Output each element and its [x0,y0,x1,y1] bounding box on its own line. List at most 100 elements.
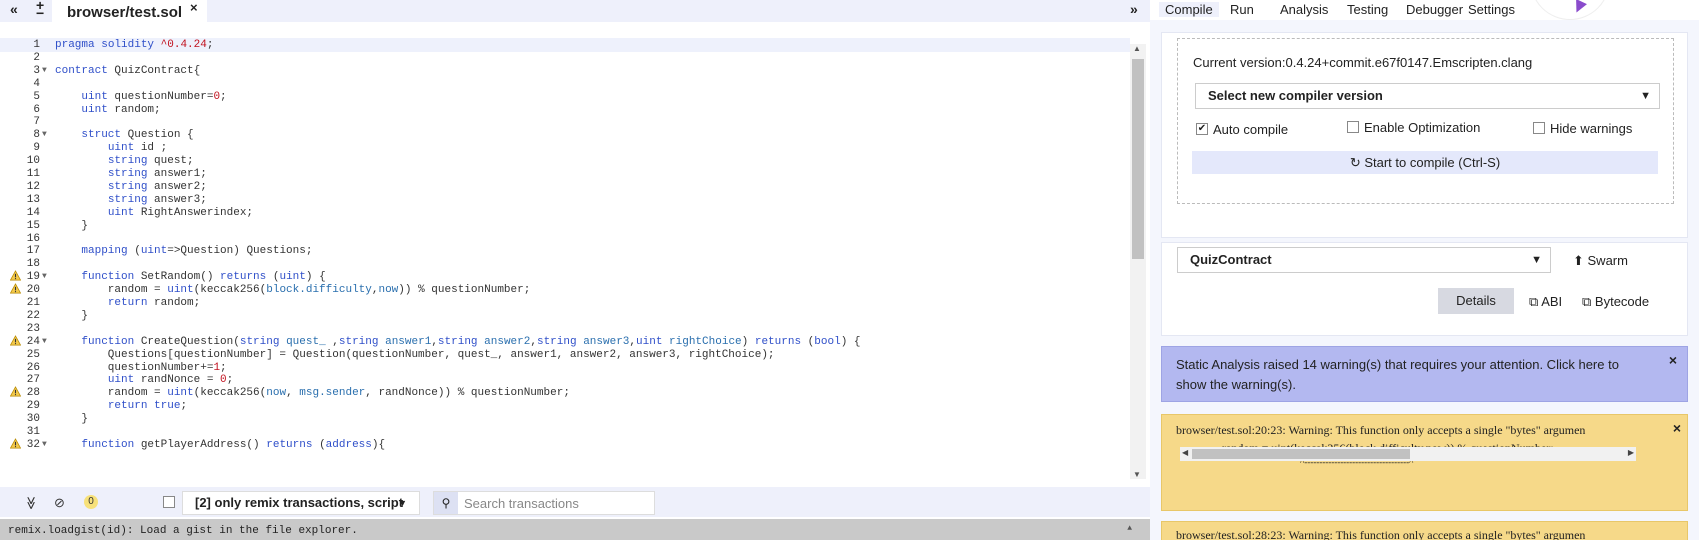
code-editor[interactable]: 1 pragma solidity ^0.4.24; 2 3 ▼ contract Qui… [0,38,1130,483]
code-line[interactable]: 8 ▼ struct Question { [0,128,1130,142]
details-button[interactable]: Details [1438,288,1514,314]
code-line[interactable]: 10 string quest; [0,154,1130,168]
code-line[interactable]: 7 [0,115,1130,129]
code-line[interactable]: 25 Questions[questionNumber] = Question(… [0,348,1130,362]
code-line[interactable]: 32 ▼ function getPlayerAddress() returns … [0,438,1130,452]
code-line[interactable]: 20 random = uint(keccak256(block.difficu… [0,283,1130,297]
compiler-version-select[interactable]: Select new compiler version ▼ [1195,83,1660,109]
contract-select[interactable]: QuizContract ▼ [1177,247,1551,273]
code-line[interactable]: 5 uint questionNumber=0; [0,90,1130,104]
code-line[interactable]: 30 } [0,412,1130,426]
close-icon[interactable]: × [1669,350,1677,370]
editor-scrollbar[interactable]: ▲ ▼ [1130,44,1146,479]
code-line[interactable]: 11 string answer1; [0,167,1130,181]
tab-compile[interactable]: Compile [1159,2,1219,17]
hide-warnings-checkbox[interactable] [1533,122,1545,134]
code-line[interactable]: 29 return true; [0,399,1130,413]
code-text: mapping (uint=>Question) Questions; [81,245,313,258]
fold-icon[interactable]: ▼ [42,270,47,284]
swarm-button[interactable]: ⬆ Swarm [1573,253,1628,269]
code-text: Questions[questionNumber] = Question(que… [55,348,775,361]
code-line[interactable]: 21 return random; [0,296,1130,310]
scroll-up-icon[interactable]: ▲ [1133,44,1141,53]
code-line[interactable]: 17 mapping (uint=>Question) Questions; [0,244,1130,258]
fold-icon[interactable]: ▼ [42,128,47,142]
tab-run[interactable]: Run [1230,2,1254,17]
swarm-label: Swarm [1587,253,1628,268]
code-line[interactable]: 18 [0,257,1130,271]
search-transactions: ⚲ [433,491,655,515]
compile-button[interactable]: ↻ Start to compile (Ctrl-S) [1192,151,1658,174]
abi-button[interactable]: ⧉ ABI [1529,294,1562,310]
line-number: 11 [26,168,40,180]
scroll-up-icon[interactable]: ▲ [1127,521,1132,537]
code-line[interactable]: 27 uint randNonce = 0; [0,373,1130,387]
search-input[interactable] [464,494,649,512]
code-line[interactable]: 9 uint id ; [0,141,1130,155]
line-number: 13 [26,193,40,206]
compile-button-label: Start to compile (Ctrl-S) [1364,155,1501,170]
code-line[interactable]: 16 [0,232,1130,246]
code-line[interactable]: 19 ▼ function SetRandom() returns (uint) … [0,270,1130,284]
scroll-right-icon[interactable]: ▶ [1628,448,1634,457]
transaction-filter-select[interactable]: [2] only remix transactions, script ▼ [182,491,420,515]
line-number: 16 [26,232,40,245]
tab-browser-test-sol[interactable]: browser/test.sol × [52,0,207,26]
close-icon[interactable]: × [190,0,198,15]
bytecode-button[interactable]: ⧉ Bytecode [1582,294,1649,310]
compiler-settings: Current version:0.4.24+commit.e67f0147.E… [1177,38,1674,204]
code-line[interactable]: 2 [0,51,1130,65]
tab-testing[interactable]: Testing [1347,2,1388,17]
warning-horizontal-scrollbar[interactable]: ◀ ▶ [1180,447,1636,461]
scrollbar-thumb[interactable] [1132,59,1144,259]
line-number: 1 [33,39,40,51]
collapse-left-icon[interactable]: « [10,0,18,22]
code-line[interactable]: 4 [0,77,1130,91]
code-line[interactable]: 12 string answer2; [0,180,1130,194]
optimization-checkbox[interactable] [1347,121,1359,133]
clear-console-icon[interactable]: ⊘ [54,495,65,511]
code-line[interactable]: 23 [0,322,1130,336]
code-text: return random; [107,297,201,309]
code-line[interactable]: 31 [0,425,1130,439]
line-number: 8 [33,129,40,142]
code-line[interactable]: 24 ▼ function CreateQuestion(string quest… [0,334,1130,349]
code-line[interactable]: 22 } [0,309,1130,323]
close-icon[interactable]: × [1673,420,1681,436]
expand-right-icon[interactable]: » [1130,0,1138,22]
code-line[interactable]: 28 random = uint(keccak256(now, msg.send… [0,386,1130,400]
code-text: string quest; [107,155,194,168]
collapse-terminal-icon[interactable]: ≫ [23,496,39,510]
code-line[interactable]: 1 pragma solidity ^0.4.24; [0,38,1130,52]
code-line[interactable]: 13 string answer3; [0,193,1130,207]
tab-analysis[interactable]: Analysis [1280,2,1328,17]
chevron-down-icon: ▼ [1640,90,1651,102]
listen-network-checkbox[interactable] [163,496,175,508]
minus-icon[interactable]: − [36,4,44,26]
code-line[interactable]: 14 uint RightAnswerindex; [0,206,1130,220]
code-line[interactable]: 26 questionNumber+=1; [0,361,1130,375]
tab-settings[interactable]: Settings [1468,2,1522,17]
code-line[interactable]: 3 ▼ contract QuizContract{ [0,64,1130,78]
scrollbar-thumb[interactable] [1192,449,1410,459]
hide-warnings-label: Hide warnings [1550,121,1633,136]
auto-compile-checkbox[interactable]: ✔ [1196,123,1208,135]
line-number: 6 [33,103,40,116]
fold-icon[interactable]: ▼ [42,438,47,452]
fold-icon[interactable]: ▼ [42,64,47,78]
chevron-down-icon: ▼ [1531,254,1542,266]
warning-message: browser/test.sol:28:23: Warning: This fu… [1176,528,1586,540]
abi-label: ABI [1541,294,1563,309]
tab-debugger[interactable]: Debugger [1406,2,1463,17]
chevron-down-icon: ▼ [398,498,407,508]
line-number: 5 [33,90,40,103]
scroll-left-icon[interactable]: ◀ [1182,448,1188,457]
static-analysis-alert[interactable]: Static Analysis raised 14 warning(s) tha… [1161,346,1688,402]
scroll-down-icon[interactable]: ▼ [1133,470,1141,479]
code-line[interactable]: 6 uint random; [0,103,1130,117]
fold-icon[interactable]: ▼ [42,335,47,349]
line-number: 22 [26,309,40,322]
line-number: 21 [26,297,40,309]
code-line[interactable]: 15 } [0,219,1130,233]
editor-area: « + − browser/test.sol × » 1 pragma solid… [0,0,1150,540]
